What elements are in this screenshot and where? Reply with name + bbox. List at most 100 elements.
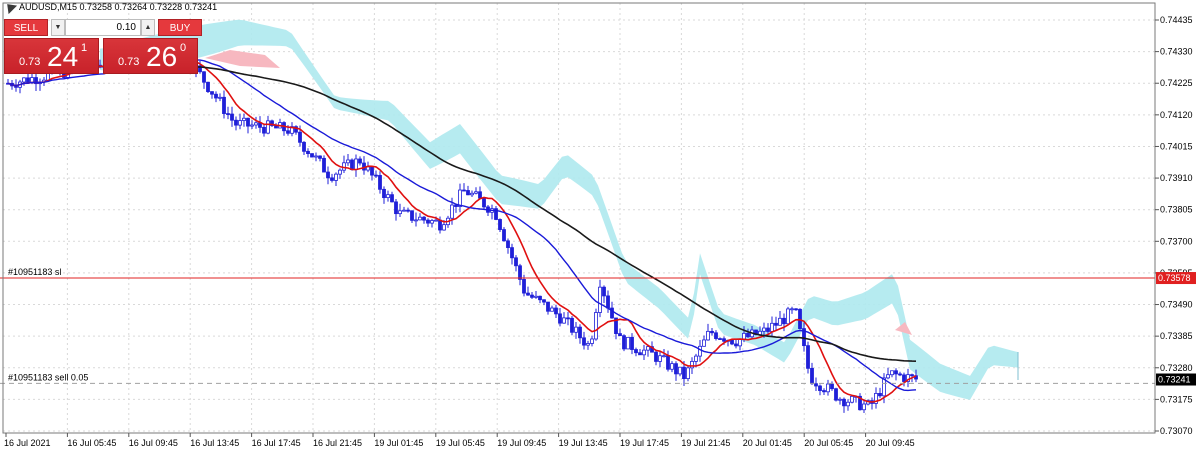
candle-body [818, 385, 822, 391]
time-tick-label: 20 Jul 05:45 [804, 438, 853, 448]
candle-body [622, 335, 626, 350]
time-tick-label: 16 Jul 17:45 [252, 438, 301, 448]
candle-body [398, 210, 402, 215]
candle-body [522, 279, 526, 294]
sell-price-button[interactable]: 0.73 24 1 [4, 38, 99, 74]
candle-body [426, 219, 430, 224]
candle-body [574, 326, 578, 333]
candle-body [246, 117, 250, 127]
sell-price-pips: 24 [47, 41, 79, 72]
candle-body [902, 374, 906, 382]
time-tick-label: 20 Jul 09:45 [866, 438, 915, 448]
candle-body [546, 301, 550, 312]
candle-body [514, 257, 518, 267]
candle-body [442, 224, 446, 231]
candle-body [602, 286, 606, 297]
price-tick-label: 0.73490 [1160, 300, 1193, 310]
candle-body [342, 162, 346, 171]
candle-body [498, 219, 502, 230]
candle-body [530, 294, 534, 298]
candle-body [586, 343, 590, 346]
candle-body [430, 220, 434, 224]
buy-button[interactable]: BUY [158, 19, 202, 36]
candle-body [254, 122, 258, 126]
candle-body [850, 396, 854, 403]
candle-body [298, 131, 302, 143]
time-tick-label: 16 Jul 09:45 [129, 438, 178, 448]
one-click-trading-icon[interactable] [2, 0, 18, 15]
candle-body [578, 326, 582, 339]
candle-body [406, 209, 410, 212]
time-tick-label: 19 Jul 17:45 [620, 438, 669, 448]
price-tick-label: 0.73700 [1160, 236, 1193, 246]
candle-body [834, 388, 838, 401]
time-tick-label: 19 Jul 13:45 [559, 438, 608, 448]
candle-body [350, 159, 354, 171]
candle-body [422, 216, 426, 221]
candle-body [798, 308, 802, 329]
candle-body [226, 113, 230, 115]
candle-body [778, 317, 782, 326]
candle-body [594, 312, 598, 340]
candle-body [262, 126, 266, 134]
price-tick-label: 0.73175 [1160, 394, 1193, 404]
candle-body [358, 158, 362, 164]
candle-body [346, 159, 350, 164]
sell-button[interactable]: SELL [4, 19, 48, 36]
candle-body [774, 322, 778, 326]
entry-label: #10951183 sell 0.05 [8, 372, 88, 382]
candle-body [714, 332, 718, 339]
lot-size-input[interactable] [65, 19, 141, 36]
candle-body [506, 240, 510, 249]
price-tick-label: 0.74435 [1160, 15, 1193, 25]
lot-decrease-button[interactable]: ▼ [51, 19, 65, 36]
candle-body [810, 367, 814, 385]
candle-body [634, 349, 638, 354]
candle-body [438, 219, 442, 231]
candle-body [414, 219, 418, 222]
candle-body [722, 338, 726, 342]
price-tick-label: 0.73910 [1160, 173, 1193, 183]
candle-body [310, 153, 314, 158]
sell-price-prefix: 0.73 [19, 56, 41, 68]
price-tick-label: 0.73280 [1160, 363, 1193, 373]
candle-body [830, 383, 834, 390]
candle-body [230, 113, 234, 121]
price-tick-label: 0.74330 [1160, 47, 1193, 57]
candle-body [590, 338, 594, 344]
candle-body [894, 370, 898, 375]
candle-body [326, 171, 330, 179]
candle-body [410, 210, 414, 221]
candle-body [682, 366, 686, 380]
candle-body [482, 197, 486, 208]
buy-price-button[interactable]: 0.73 26 0 [103, 38, 198, 74]
candle-body [730, 339, 734, 345]
price-tick-label: 0.74015 [1160, 141, 1193, 151]
candle-body [562, 317, 566, 324]
candle-body [338, 169, 342, 175]
candle-body [218, 96, 222, 99]
candle-body [234, 119, 238, 126]
time-tick-label: 19 Jul 01:45 [374, 438, 423, 448]
candle-body [286, 130, 290, 134]
candle-body [518, 265, 522, 280]
candle-body [450, 204, 454, 219]
candle-body [202, 71, 206, 83]
candle-body [26, 77, 30, 84]
candle-body [510, 247, 514, 259]
candle-body [762, 327, 766, 332]
candle-body [862, 403, 866, 411]
candle-body [646, 346, 650, 351]
stop-loss-label: #10951183 sl [8, 267, 61, 277]
candle-body [686, 367, 690, 380]
time-tick-label: 19 Jul 09:45 [497, 438, 546, 448]
candle-body [330, 177, 334, 181]
candle-body [606, 295, 610, 309]
candle-body [470, 192, 474, 196]
candle-body [266, 120, 270, 134]
candle-body [222, 96, 226, 114]
candle-body [814, 383, 818, 387]
candle-body [390, 194, 394, 203]
price-tick-label: 0.73070 [1160, 426, 1193, 436]
lot-increase-button[interactable]: ▲ [141, 19, 155, 36]
